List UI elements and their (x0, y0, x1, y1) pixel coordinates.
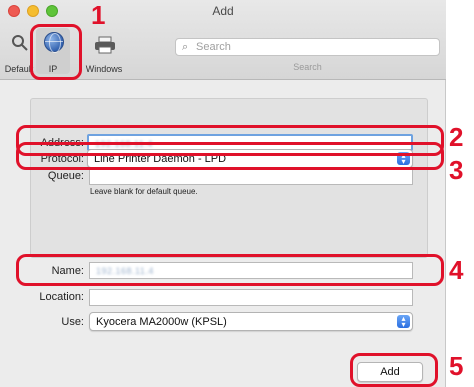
use-value: Kyocera MA2000w (KPSL) (96, 316, 227, 328)
queue-label: Queue: (47, 170, 84, 182)
callout-box-ip (30, 24, 82, 80)
callout-number-5: 5 (449, 351, 464, 381)
search-placeholder: Search (196, 41, 231, 53)
use-label: Use: (61, 316, 84, 328)
callout-number-2: 2 (449, 122, 464, 152)
callout-box-protocol (16, 142, 444, 170)
toolbar-windows-label: Windows (85, 64, 123, 74)
chevron-updown-icon: ▴ ▾ (397, 315, 410, 329)
window-title: Add (212, 4, 234, 18)
windows-printer-icon (95, 36, 115, 54)
page: Add Default IP Windows ⌕ Search Search A… (0, 0, 474, 387)
callout-number-4: 4 (449, 255, 464, 285)
toolbar-windows[interactable]: Windows (80, 30, 128, 74)
search-caption: Search (293, 62, 322, 72)
queue-hint: Leave blank for default queue. (90, 187, 198, 196)
callout-number-1: 1 (91, 0, 106, 30)
callout-number-3: 3 (449, 155, 464, 185)
use-select[interactable]: Kyocera MA2000w (KPSL) ▴ ▾ (89, 312, 413, 331)
search-icon: ⌕ (182, 41, 189, 53)
location-label: Location: (39, 291, 84, 303)
search-input[interactable]: ⌕ Search (175, 38, 440, 56)
default-printer-icon (12, 35, 28, 51)
queue-field[interactable] (89, 168, 413, 185)
location-field[interactable] (89, 289, 413, 306)
callout-box-add (350, 353, 438, 387)
callout-box-name (16, 254, 444, 286)
